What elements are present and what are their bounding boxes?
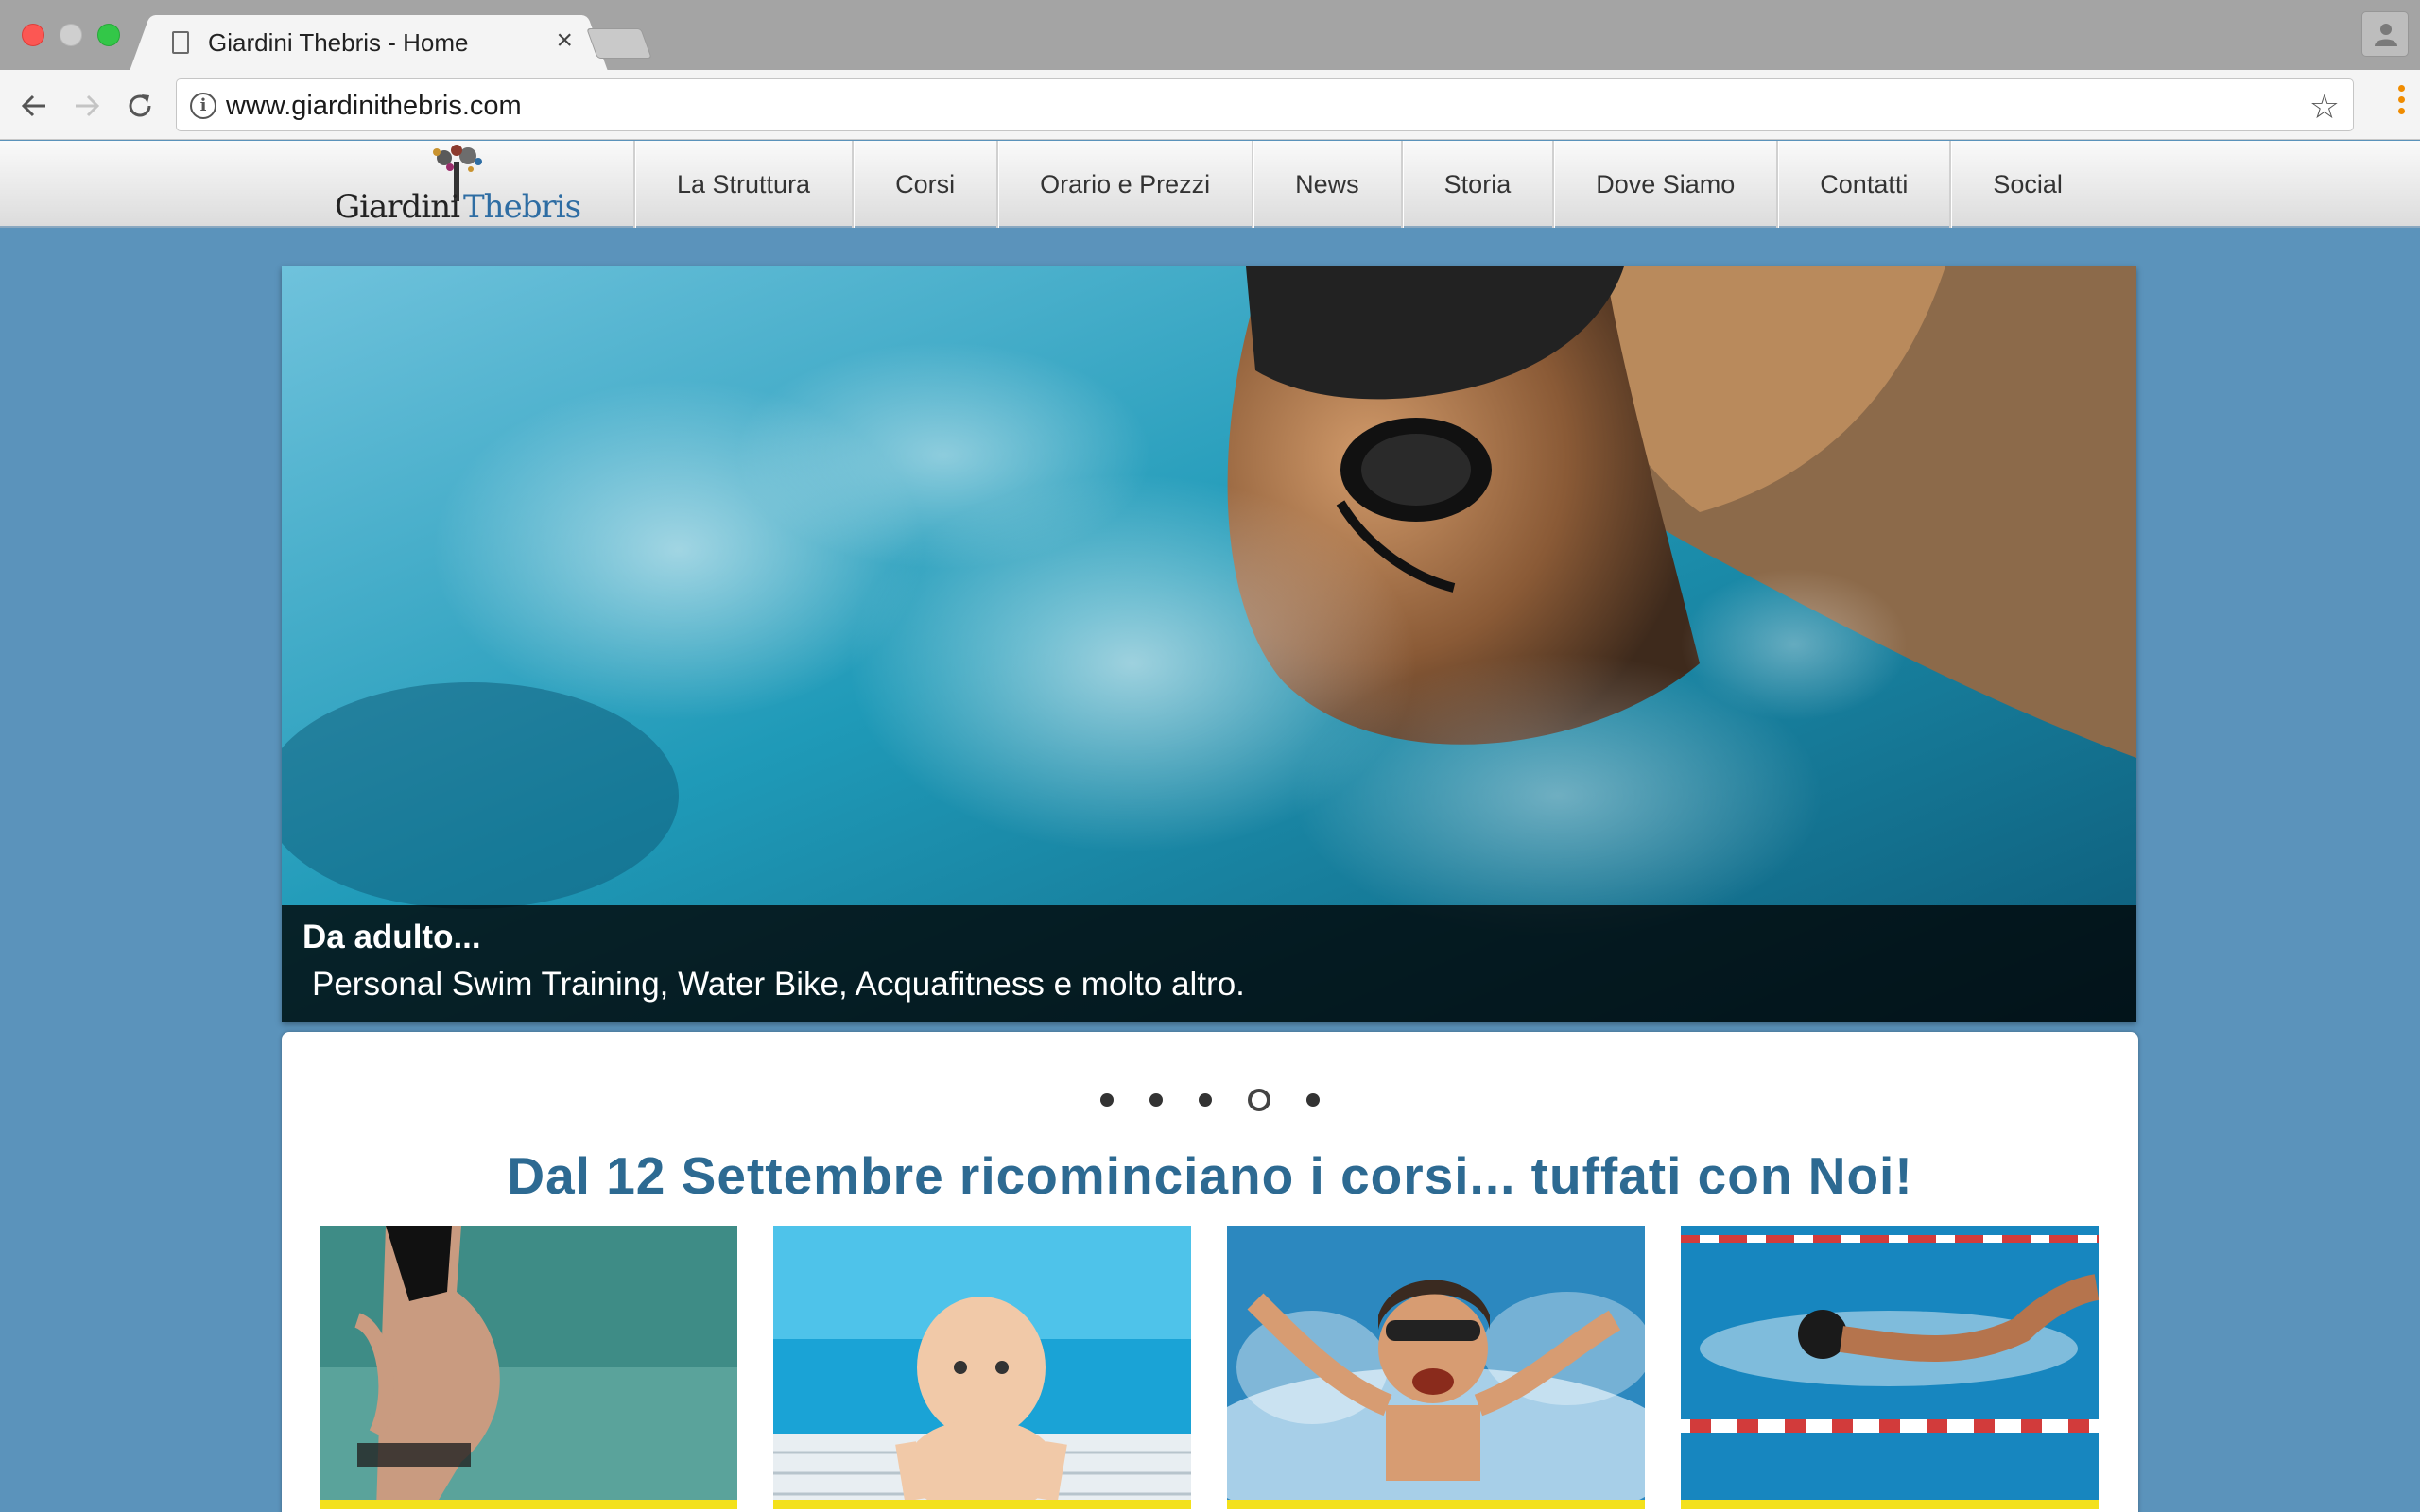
site-header: Giardini Thebris La Struttura Corsi Orar… [0,141,2420,228]
new-tab-button[interactable] [586,28,652,59]
reload-button[interactable] [121,87,159,125]
card-accent-bar [1681,1500,2099,1509]
course-cards [320,1226,2099,1509]
document-icon [172,31,189,54]
close-tab-icon[interactable]: × [556,25,573,57]
forward-button[interactable] [68,87,106,125]
nav-item-corsi[interactable]: Corsi [852,141,996,228]
logo-text-thebris: Thebris [463,188,581,226]
bookmark-star-icon[interactable]: ☆ [2309,87,2340,127]
child-swimming-photo [1227,1226,1645,1509]
slider-pagination [282,1089,2138,1111]
content-panel: Dal 12 Settembre ricominciano i corsi...… [282,1032,2138,1512]
address-bar[interactable]: i www.giardinithebris.com ☆ [176,78,2354,131]
nav-item-orario-e-prezzi[interactable]: Orario e Prezzi [996,141,1252,228]
card-accent-bar [320,1500,737,1509]
slider-dot[interactable] [1150,1093,1163,1107]
baby-photo [773,1226,1191,1509]
nav-item-la-struttura[interactable]: La Struttura [633,141,852,228]
slider-dot[interactable] [1199,1093,1212,1107]
slider-dot[interactable] [1100,1093,1114,1107]
slide-caption: Da adulto... Personal Swim Training, Wat… [282,905,2136,1022]
logo-text-giardini: Giardini [335,188,460,226]
pregnant-woman-photo [320,1226,737,1509]
profile-button[interactable] [2361,11,2409,57]
course-card-pregnancy[interactable] [320,1226,737,1509]
site-logo[interactable]: Giardini Thebris [331,145,581,228]
lap-swimmer-photo [1681,1226,2099,1509]
arrow-right-icon [76,94,100,117]
course-card-children[interactable] [1227,1226,1645,1509]
url-text: www.giardinithebris.com [226,91,522,121]
card-accent-bar [1227,1500,1645,1509]
tab-title: Giardini Thebris - Home [208,28,469,57]
browser-titlebar: Giardini Thebris - Home × [0,0,2420,70]
card-accent-bar [773,1500,1191,1509]
close-window-button[interactable] [22,24,44,46]
nav-item-storia[interactable]: Storia [1400,141,1553,228]
browser-tab[interactable]: Giardini Thebris - Home × [151,15,586,70]
info-icon[interactable]: i [190,93,216,119]
reload-icon [129,94,151,117]
browser-menu-icon[interactable] [2395,85,2407,125]
caption-text: Personal Swim Training, Water Bike, Acqu… [312,966,1245,1003]
nav-item-contatti[interactable]: Contatti [1776,141,1949,228]
arrow-left-icon [21,94,45,117]
slider-dot[interactable] [1306,1093,1320,1107]
slider-dot-active[interactable] [1248,1089,1270,1111]
browser-toolbar: i www.giardinithebris.com ☆ [0,70,2420,140]
page-headline: Dal 12 Settembre ricominciano i corsi...… [507,1146,1913,1205]
course-card-adults[interactable] [1681,1226,2099,1509]
course-card-babies[interactable] [773,1226,1191,1509]
nav-item-social[interactable]: Social [1949,141,2104,228]
nav-item-dove-siamo[interactable]: Dove Siamo [1552,141,1776,228]
nav-item-news[interactable]: News [1252,141,1401,228]
minimize-window-button[interactable] [60,24,82,46]
back-button[interactable] [15,87,53,125]
caption-title: Da adulto... [302,919,481,955]
hero-slider[interactable]: Da adulto... Personal Swim Training, Wat… [282,266,2136,1022]
person-icon [2375,24,2397,46]
main-navigation: La Struttura Corsi Orario e Prezzi News … [633,141,2104,228]
maximize-window-button[interactable] [97,24,120,46]
